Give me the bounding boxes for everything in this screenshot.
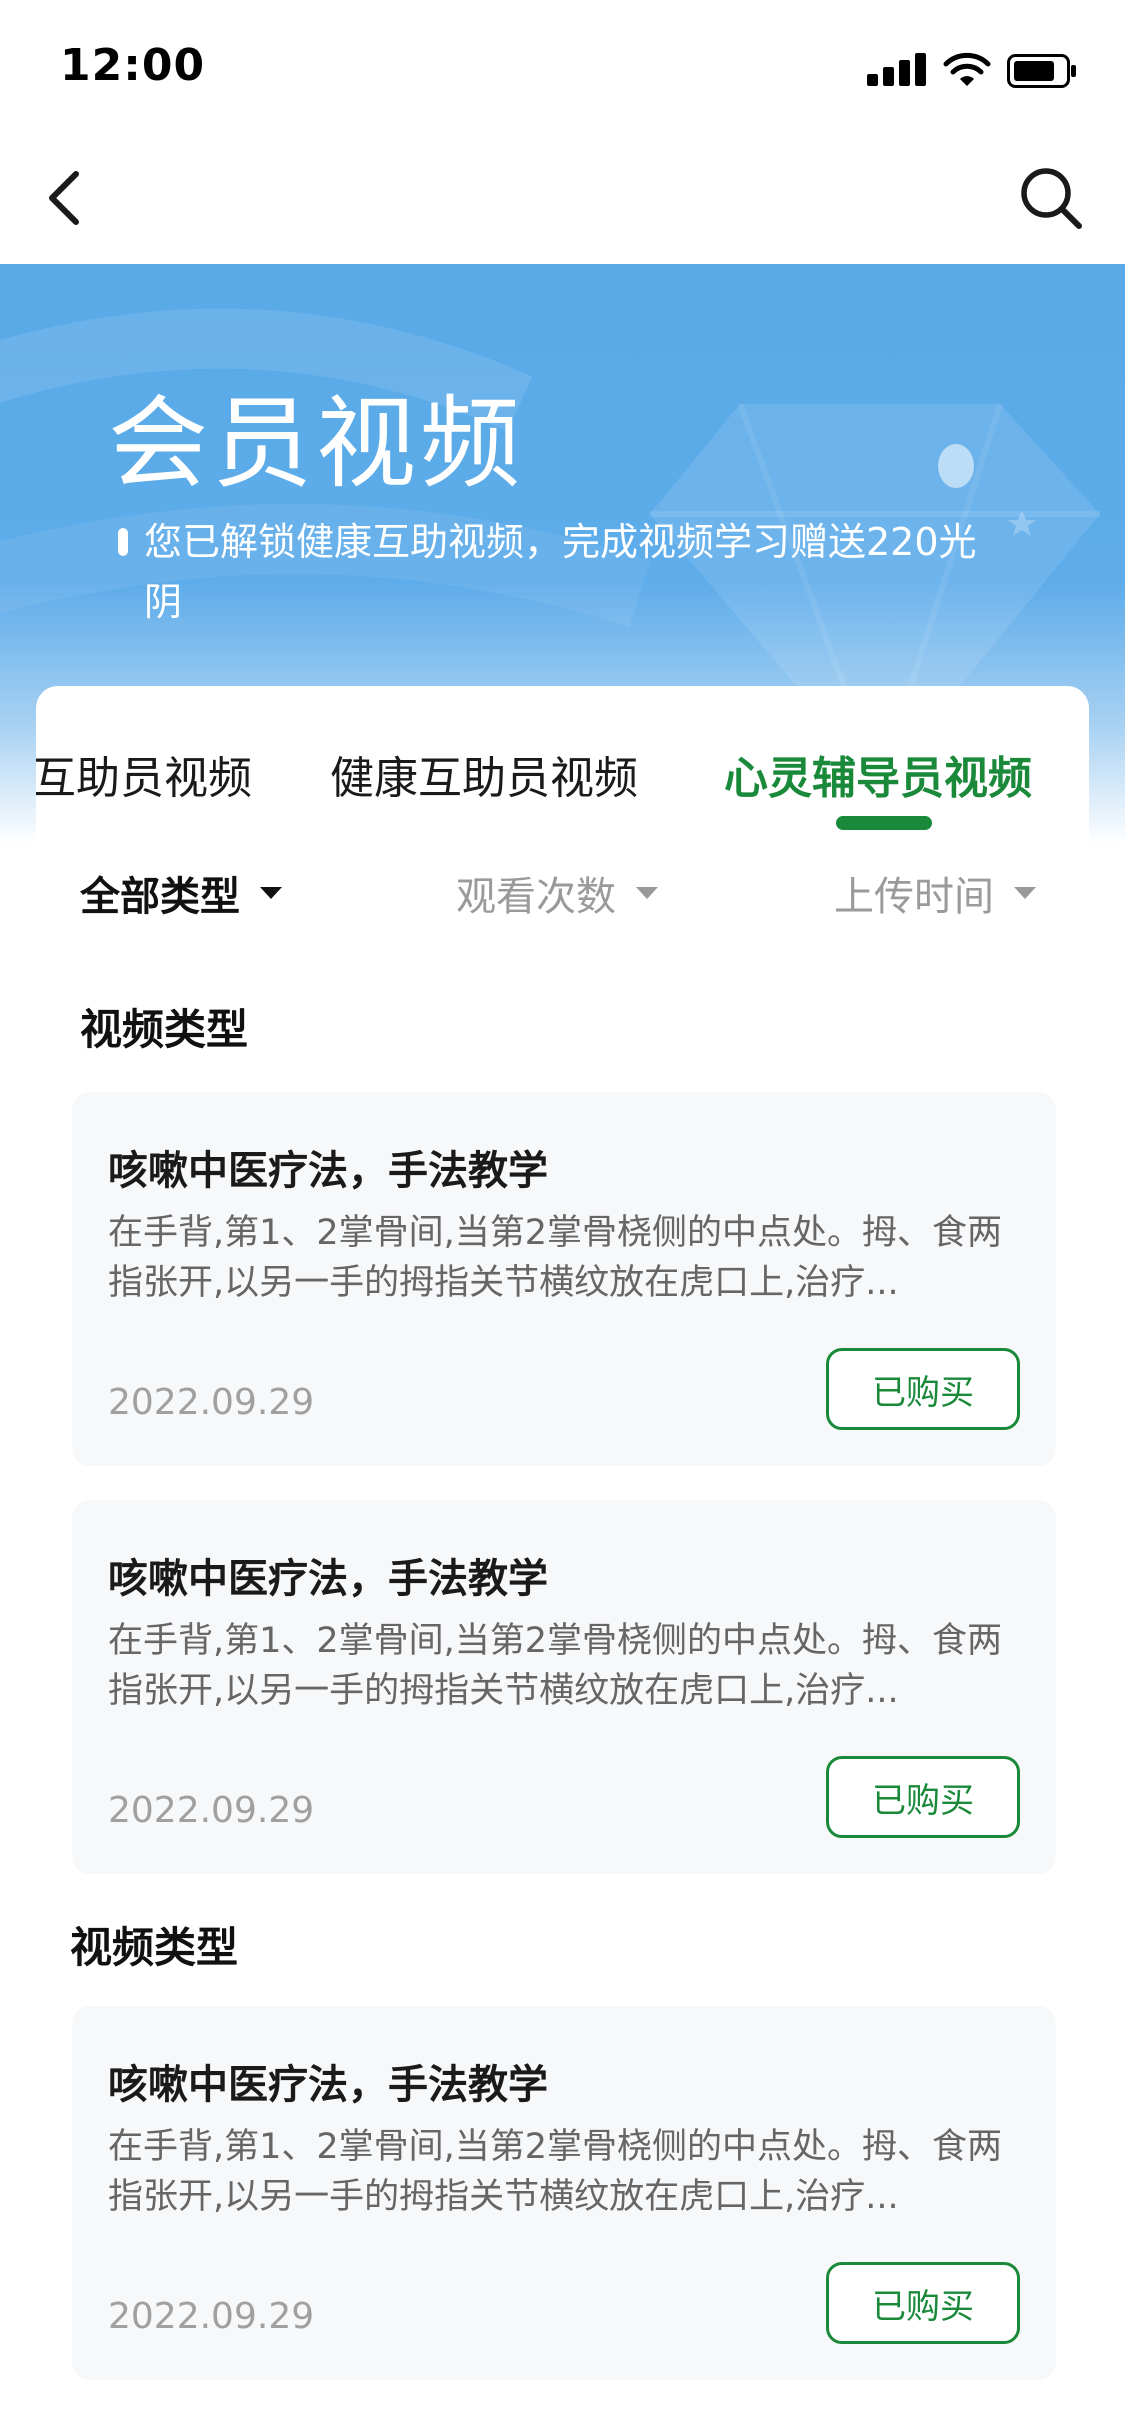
- purchased-button[interactable]: 已购买: [826, 1756, 1020, 1838]
- search-button[interactable]: [1013, 160, 1089, 236]
- page-title: 会员视频: [108, 385, 524, 502]
- content-card: 互助员视频 健康互助员视频 心灵辅导员视频 全部类型 观看次数 上传时间 视频类…: [36, 686, 1089, 2436]
- wifi-icon: [943, 52, 991, 86]
- purchased-button[interactable]: 已购买: [826, 1348, 1020, 1430]
- video-date: 2022.09.29: [108, 1790, 315, 1831]
- section-title: 视频类型: [70, 1923, 239, 1972]
- filter-view-count[interactable]: 观看次数: [456, 864, 658, 922]
- filter-bar: 全部类型 观看次数 上传时间: [36, 864, 1089, 944]
- back-button[interactable]: [36, 160, 96, 236]
- purchased-button[interactable]: 已购买: [826, 2262, 1020, 2344]
- battery-icon: [1007, 54, 1076, 88]
- search-icon: [1021, 168, 1082, 229]
- filter-upload-time[interactable]: 上传时间: [834, 864, 1036, 922]
- status-bar: 12:00: [0, 0, 1125, 132]
- video-title: 咳嗽中医疗法，手法教学: [108, 1148, 548, 1194]
- caret-down-icon: [636, 887, 658, 899]
- status-time: 12:00: [60, 40, 206, 91]
- tab-health-aid-videos[interactable]: 健康互助员视频: [330, 742, 638, 806]
- filter-all-types[interactable]: 全部类型: [80, 864, 282, 922]
- video-title: 咳嗽中医疗法，手法教学: [108, 1556, 548, 1602]
- subtitle-bullet: [118, 528, 128, 556]
- filter-label: 全部类型: [80, 874, 240, 920]
- cellular-signal-icon: [867, 50, 927, 90]
- caret-down-icon: [1014, 887, 1036, 899]
- video-date: 2022.09.29: [108, 2296, 315, 2337]
- caret-down-icon: [260, 887, 282, 899]
- video-title: 咳嗽中医疗法，手法教学: [108, 2062, 548, 2108]
- video-description: 在手背,第1、2掌骨间,当第2掌骨桡侧的中点处。拇、食两指张开,以另一手的拇指关…: [108, 1621, 1003, 1711]
- video-description: 在手背,第1、2掌骨间,当第2掌骨桡侧的中点处。拇、食两指张开,以另一手的拇指关…: [108, 1213, 1003, 1303]
- nav-bar: [0, 132, 1125, 264]
- active-tab-indicator: [836, 816, 932, 830]
- section-title: 视频类型: [80, 1005, 249, 1054]
- tab-counselor-videos[interactable]: 心灵辅导员视频: [724, 742, 1032, 806]
- video-card[interactable]: 咳嗽中医疗法，手法教学 在手背,第1、2掌骨间,当第2掌骨桡侧的中点处。拇、食两…: [72, 1500, 1056, 1874]
- filter-label: 观看次数: [456, 874, 616, 920]
- video-description: 在手背,第1、2掌骨间,当第2掌骨桡侧的中点处。拇、食两指张开,以另一手的拇指关…: [108, 2127, 1003, 2217]
- tab-mutual-aid-videos[interactable]: 互助员视频: [36, 742, 252, 806]
- banner-subtitle: 您已解锁健康互助视频，完成视频学习赠送220光阴: [144, 520, 977, 624]
- video-card[interactable]: 咳嗽中医疗法，手法教学 在手背,第1、2掌骨间,当第2掌骨桡侧的中点处。拇、食两…: [72, 2006, 1056, 2380]
- filter-label: 上传时间: [834, 874, 994, 920]
- status-icons: [867, 50, 1077, 90]
- chevron-left-icon: [49, 171, 79, 225]
- video-tabs: 互助员视频 健康互助员视频 心灵辅导员视频: [36, 686, 1089, 836]
- video-card[interactable]: 咳嗽中医疗法，手法教学 在手背,第1、2掌骨间,当第2掌骨桡侧的中点处。拇、食两…: [72, 1092, 1056, 1466]
- video-date: 2022.09.29: [108, 1382, 315, 1423]
